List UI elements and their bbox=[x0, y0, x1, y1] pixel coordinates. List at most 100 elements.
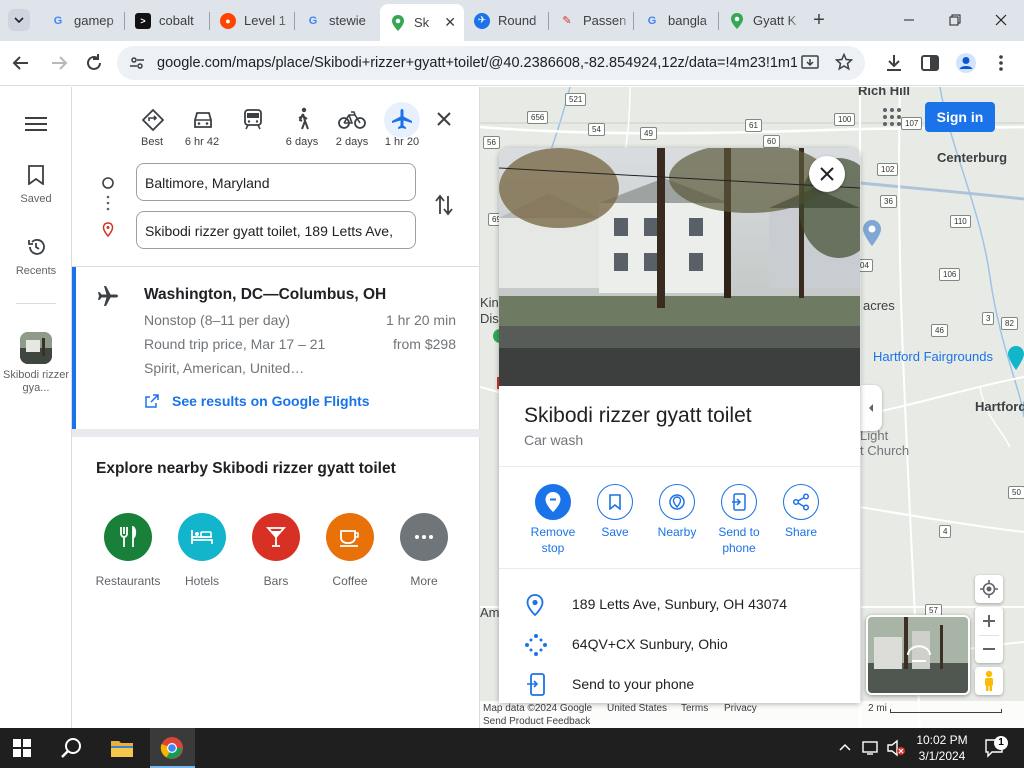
category-coffee[interactable]: Coffee bbox=[310, 513, 390, 593]
sign-in-button[interactable]: Sign in bbox=[925, 102, 995, 132]
place-photo[interactable] bbox=[499, 148, 860, 386]
category-more[interactable]: More bbox=[384, 513, 464, 593]
chrome-taskbar-button[interactable] bbox=[150, 728, 195, 768]
site-info-icon[interactable] bbox=[129, 55, 145, 71]
pegman-button[interactable] bbox=[975, 667, 1003, 695]
recent-place-item[interactable]: Skibodi rizzer gya... bbox=[0, 331, 72, 401]
swap-locations-button[interactable] bbox=[434, 193, 454, 217]
clock[interactable]: 10:02 PM 3/1/2024 bbox=[910, 732, 974, 764]
close-card-button[interactable] bbox=[809, 156, 845, 192]
flight-result[interactable]: Washington, DC—Columbus, OH Nonstop (8–1… bbox=[72, 267, 480, 429]
volume-muted-icon[interactable] bbox=[886, 739, 906, 757]
recents-button[interactable]: Recents bbox=[0, 235, 72, 279]
tab-label: gamep bbox=[74, 13, 114, 28]
share-button[interactable]: Share bbox=[769, 484, 833, 564]
tab-label: Sk bbox=[414, 15, 430, 30]
google-icon: G bbox=[53, 14, 63, 27]
my-location-button[interactable] bbox=[975, 575, 1003, 603]
nearby-button[interactable]: Nearby bbox=[645, 484, 709, 564]
action-center-button[interactable]: 1 bbox=[984, 736, 1008, 758]
tab-round[interactable]: ✈ Round bbox=[464, 4, 548, 37]
plus-code-row[interactable]: 64QV+CX Sunbury, Ohio bbox=[499, 626, 860, 662]
close-window-button[interactable] bbox=[988, 8, 1014, 32]
address-bar[interactable]: google.com/maps/place/Skibodi+rizzer+gya… bbox=[117, 46, 865, 80]
street-view-thumbnail[interactable] bbox=[866, 615, 970, 695]
file-explorer-button[interactable] bbox=[110, 738, 134, 758]
restore-button[interactable] bbox=[942, 8, 968, 32]
tab-label: Level 1 bbox=[244, 13, 286, 28]
tab-cobalt[interactable]: > cobalt bbox=[125, 4, 209, 37]
tab-level1[interactable]: ● Level 1 bbox=[210, 4, 294, 37]
map-scale-label[interactable]: 2 mi bbox=[868, 703, 887, 714]
zoom-out-icon[interactable] bbox=[982, 642, 996, 656]
map-place-pin-icon[interactable] bbox=[862, 219, 882, 247]
origin-input[interactable]: Baltimore, Maryland bbox=[136, 163, 416, 201]
destination-input[interactable]: Skibodi rizzer gyatt toilet, 189 Letts A… bbox=[136, 211, 416, 249]
airplane-icon bbox=[392, 109, 412, 129]
menu-button[interactable] bbox=[25, 115, 47, 133]
save-button[interactable]: Save bbox=[583, 484, 647, 564]
more-dots-icon bbox=[400, 513, 448, 561]
map-label-fairgrounds[interactable]: Hartford Fairgrounds bbox=[873, 349, 993, 364]
search-button[interactable] bbox=[60, 736, 84, 760]
bookmark-star-icon[interactable] bbox=[835, 53, 853, 71]
close-tab-icon[interactable]: ✕ bbox=[444, 14, 456, 31]
pegman-icon bbox=[985, 670, 993, 691]
minimize-button[interactable] bbox=[896, 8, 922, 32]
tab-label: cobalt bbox=[159, 13, 194, 28]
send-to-phone-button[interactable]: Send to phone bbox=[707, 484, 771, 564]
map-label-rich-hill: Rich Hill bbox=[858, 87, 911, 98]
close-directions-button[interactable] bbox=[434, 109, 454, 129]
forward-button[interactable] bbox=[48, 52, 70, 74]
mode-flight-selected[interactable]: 1 hr 20 bbox=[372, 102, 432, 153]
route-shield: 61 bbox=[745, 119, 762, 132]
show-hidden-icons-button[interactable] bbox=[838, 740, 852, 754]
downloads-icon[interactable] bbox=[884, 53, 904, 73]
network-icon[interactable] bbox=[862, 740, 880, 756]
tab-gyatt[interactable]: Gyatt K bbox=[719, 4, 803, 37]
directions-diamond-icon bbox=[142, 109, 164, 131]
saved-button[interactable]: Saved bbox=[0, 163, 72, 207]
category-restaurants[interactable]: Restaurants bbox=[88, 513, 168, 593]
place-category[interactable]: Car wash bbox=[524, 432, 583, 448]
action-label: Nearby bbox=[657, 525, 697, 539]
profile-avatar[interactable] bbox=[955, 52, 977, 74]
bookmark-icon bbox=[28, 165, 44, 185]
new-tab-button[interactable]: + bbox=[808, 9, 830, 31]
tab-stewie[interactable]: G stewie bbox=[295, 4, 379, 37]
open-external-icon bbox=[145, 394, 159, 408]
tab-skibodi-active[interactable]: Sk ✕ bbox=[380, 4, 464, 41]
category-label: More bbox=[410, 574, 438, 588]
google-icon: G bbox=[308, 14, 318, 27]
route-shield: 100 bbox=[834, 113, 856, 126]
chrome-menu-button[interactable] bbox=[994, 52, 1008, 74]
side-panel-icon[interactable] bbox=[920, 53, 940, 73]
category-hotels[interactable]: Hotels bbox=[162, 513, 242, 593]
notification-count: 1 bbox=[994, 736, 1008, 750]
tab-gamep[interactable]: G gamep bbox=[40, 4, 124, 37]
map-privacy-link[interactable]: Privacy bbox=[724, 703, 757, 714]
tab-search-button[interactable] bbox=[8, 9, 30, 31]
address-row[interactable]: 189 Letts Ave, Sunbury, OH 43074 bbox=[499, 586, 860, 622]
send-phone-row[interactable]: Send to your phone bbox=[499, 666, 860, 702]
place-address: 189 Letts Ave, Sunbury, OH 43074 bbox=[572, 596, 788, 612]
install-app-icon[interactable] bbox=[801, 54, 819, 72]
tab-bangla[interactable]: G bangla bbox=[634, 4, 718, 37]
recents-label: Recents bbox=[15, 265, 57, 277]
start-button[interactable] bbox=[13, 739, 31, 757]
google-apps-button[interactable] bbox=[882, 107, 902, 127]
zoom-in-icon[interactable] bbox=[982, 614, 996, 628]
kebab-menu-icon bbox=[999, 55, 1003, 71]
reload-button[interactable] bbox=[83, 52, 105, 74]
category-label: Bars bbox=[263, 574, 289, 588]
fairgrounds-pin-icon[interactable] bbox=[1007, 345, 1024, 371]
remove-stop-button[interactable]: Remove stop bbox=[521, 484, 585, 564]
map-terms-link[interactable]: Terms bbox=[681, 703, 708, 714]
tab-strip: G gamep > cobalt ● Level 1 G stewie Sk ✕… bbox=[0, 0, 1024, 41]
tab-passen[interactable]: ✎ Passen bbox=[549, 4, 633, 37]
collapse-panel-button[interactable] bbox=[860, 385, 882, 431]
category-bars[interactable]: Bars bbox=[236, 513, 316, 593]
tab-label: Round bbox=[498, 13, 537, 28]
back-button[interactable] bbox=[10, 52, 32, 74]
send-feedback-link[interactable]: Send Product Feedback bbox=[483, 716, 590, 727]
